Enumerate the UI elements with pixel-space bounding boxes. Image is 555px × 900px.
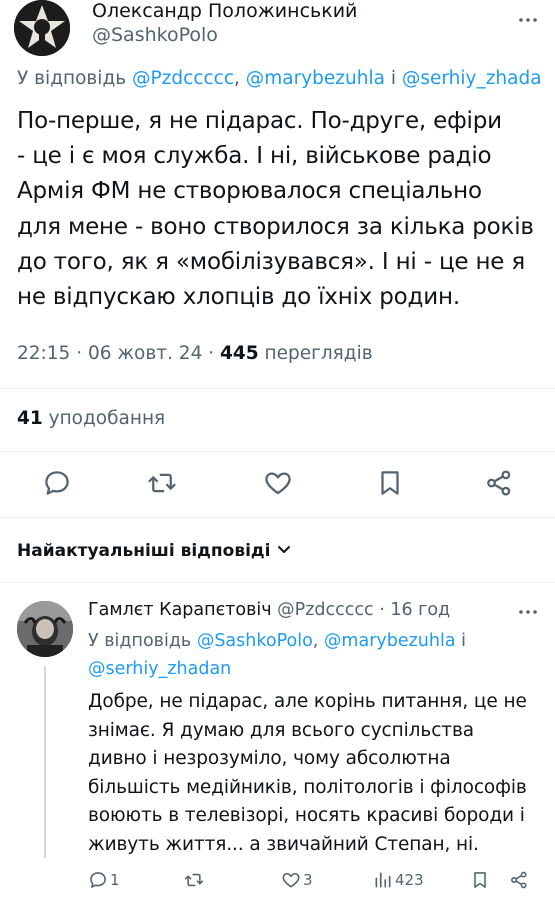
tweet-text-line: не відпускаю хлопців до їхніх родин. — [17, 284, 460, 311]
reply-text-line: Добре, не підарас, але корінь питання, ц… — [88, 691, 527, 712]
replying-to-label: У відповідь — [88, 631, 197, 651]
tweet-text-line: для мене - воно створилося за кілька рок… — [17, 213, 534, 240]
views-count: 423 — [395, 871, 424, 889]
reply-replying-to: У відповідь @SashkoPolo, @marybezuhla і @… — [88, 627, 528, 683]
reply-action-bar: 1 3 423 — [88, 866, 538, 894]
author-avatar[interactable] — [14, 0, 70, 56]
like-count: 3 — [303, 871, 313, 889]
reply-author-handle[interactable]: @Pzdccccc — [277, 600, 373, 620]
author-handle[interactable]: @SashkoPolo — [92, 23, 218, 47]
reply-timestamp[interactable]: · 16 год — [374, 600, 450, 620]
reply-retweet-button[interactable] — [184, 866, 206, 894]
heart-icon[interactable] — [263, 468, 293, 498]
mention-separator: , — [234, 68, 246, 89]
replying-to: У відповідь @Pzdccccc, @marybezuhla і @s… — [17, 66, 542, 92]
heart-icon — [282, 872, 300, 888]
bookmark-icon — [474, 872, 486, 888]
replying-to-label: У відповідь — [17, 68, 133, 89]
share-icon[interactable] — [484, 468, 514, 498]
mention-separator: , — [312, 631, 324, 651]
reply-text: Добре, не підарас, але корінь питання, ц… — [88, 688, 548, 860]
mention-link[interactable]: @marybezuhla — [324, 631, 456, 651]
thread-line — [44, 666, 46, 858]
mention-link[interactable]: @serhiy_zhadan — [88, 659, 231, 679]
chevron-down-icon — [278, 546, 291, 553]
reply-reply-button[interactable]: 1 — [88, 866, 120, 894]
views-count: 445 — [220, 343, 259, 364]
retweet-icon[interactable] — [147, 468, 177, 498]
reply-share-button[interactable] — [509, 866, 529, 894]
mention-separator: і — [384, 68, 402, 89]
views-label: переглядів — [258, 343, 373, 364]
reply-author-avatar[interactable] — [17, 601, 73, 657]
mention-link[interactable]: @Pzdccccc — [132, 68, 234, 89]
views-chart-icon — [375, 872, 391, 888]
reply-text-line: воюють в телевізорі, носять красиві боро… — [88, 805, 525, 827]
reply-author-name[interactable]: Гамлєт Карапєтовіч — [88, 600, 272, 620]
tweet-text: По-перше, я не підарас. По-друге, ефіри … — [17, 104, 547, 315]
reply-bookmark-button[interactable] — [470, 866, 490, 894]
tweet-text-line: - це і є моя служба. І ні, військове рад… — [17, 143, 492, 170]
reply-text-line: знімає. Я думаю для всього суспільства — [88, 719, 474, 741]
divider — [0, 451, 555, 452]
tweet-text-line: По-перше, я не підарас. По-друге, ефіри — [17, 108, 502, 134]
divider — [0, 582, 555, 583]
author-name[interactable]: Олександр Положинський — [92, 0, 357, 22]
replies-section-title: Найактуальніші відповіді — [17, 541, 271, 561]
reply-text-line: живуть життя... а звичайний Степан, ні. — [88, 833, 479, 855]
reply-like-button[interactable]: 3 — [281, 866, 313, 894]
retweet-icon — [184, 873, 204, 887]
reply-views-button[interactable]: 423 — [373, 866, 424, 894]
likes-count: 41 — [17, 408, 43, 429]
reply-header: Гамлєт Карапєтовіч @Pzdccccc · 16 год — [88, 597, 450, 623]
reply-text-line: більшість медійників, політологів і філо… — [88, 776, 527, 798]
reply-more-options-icon[interactable] — [516, 600, 540, 624]
mention-link[interactable]: @SashkoPolo — [197, 631, 313, 651]
more-options-icon[interactable] — [516, 8, 540, 32]
likes-summary[interactable]: 41 уподобання — [17, 405, 165, 433]
share-icon — [511, 871, 527, 889]
mention-separator: і — [455, 631, 467, 651]
likes-label: уподобання — [42, 408, 166, 429]
tweet-text-line: Армія ФМ не створювалося спеціально — [17, 178, 482, 205]
reply-icon[interactable] — [42, 468, 72, 498]
reply-count: 1 — [110, 871, 120, 889]
divider — [0, 388, 555, 389]
reply-icon — [90, 872, 106, 888]
tweet-meta: 22:15 · 06 жовт. 24 · 445 переглядів — [17, 340, 373, 368]
mention-link[interactable]: @marybezuhla — [246, 68, 385, 89]
mention-link[interactable]: @serhiy_zhada — [402, 68, 542, 89]
divider — [0, 517, 555, 518]
bookmark-icon[interactable] — [375, 468, 405, 498]
tweet-text-line: до того, як я «мобілізувався». І ні - це… — [17, 248, 525, 275]
tweet-timestamp[interactable]: 22:15 · 06 жовт. 24 · — [17, 343, 220, 364]
reply-text-line: дивно і незрозуміло, чому абсолютна — [88, 748, 451, 770]
replies-sort-dropdown[interactable]: Найактуальніші відповіді — [17, 538, 292, 564]
